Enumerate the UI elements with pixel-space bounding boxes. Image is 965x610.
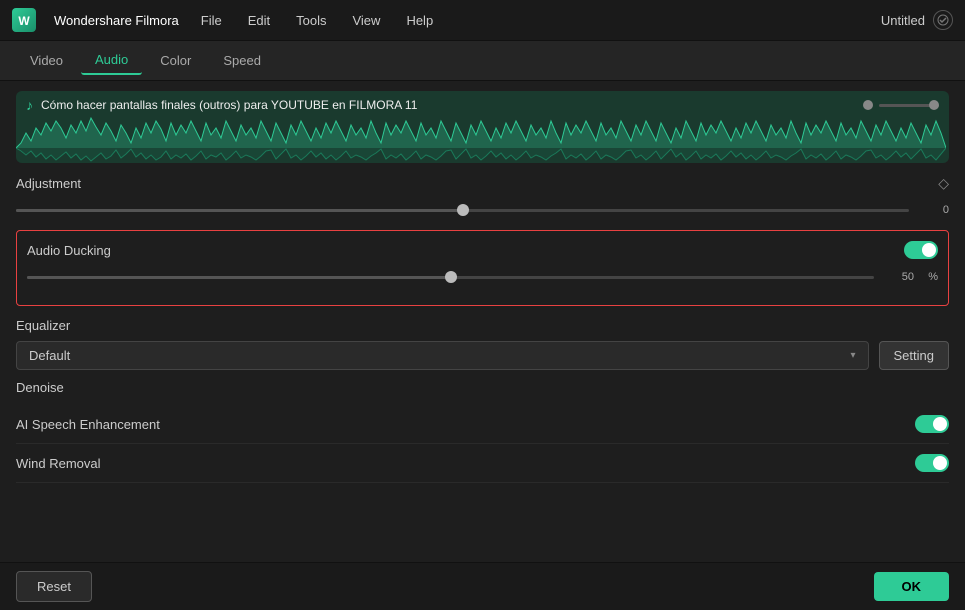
menu-file[interactable]: File <box>197 11 226 30</box>
audio-ducking-slider-container[interactable] <box>27 267 874 287</box>
chevron-down-icon: ▾ <box>850 350 855 361</box>
waveform-visualization: // Inline waveform generation via SVG re… <box>16 113 946 163</box>
svg-text:W: W <box>18 14 30 28</box>
audio-ducking-section: Audio Ducking 50 % <box>16 230 949 306</box>
denoise-header: Denoise <box>16 380 949 395</box>
volume-control[interactable] <box>863 100 939 110</box>
waveform-section: ♪ Cómo hacer pantallas finales (outros) … <box>16 91 949 163</box>
audio-ducking-unit: % <box>924 271 938 283</box>
ai-speech-toggle[interactable] <box>915 415 949 433</box>
tab-video[interactable]: Video <box>16 47 77 74</box>
wind-removal-toggle[interactable] <box>915 454 949 472</box>
adjustment-slider-fill <box>16 209 463 212</box>
adjustment-slider-thumb[interactable] <box>457 204 469 216</box>
adjustment-section: Adjustment ◇ 0 <box>16 175 949 220</box>
tabs-bar: Video Audio Color Speed <box>0 41 965 81</box>
denoise-title: Denoise <box>16 380 64 395</box>
menu-view[interactable]: View <box>348 11 384 30</box>
equalizer-header: Equalizer <box>16 318 949 333</box>
reset-button[interactable]: Reset <box>16 571 92 602</box>
equalizer-section: Equalizer Default ▾ Setting <box>16 318 949 370</box>
music-icon: ♪ <box>26 97 33 113</box>
title-bar: W Wondershare Filmora File Edit Tools Vi… <box>0 0 965 41</box>
adjustment-header: Adjustment ◇ <box>16 175 949 192</box>
adjustment-slider-track <box>16 209 909 212</box>
tab-color[interactable]: Color <box>146 47 205 74</box>
main-content: ♪ Cómo hacer pantallas finales (outros) … <box>0 81 965 610</box>
menu-tools[interactable]: Tools <box>292 11 330 30</box>
adjustment-slider-container[interactable] <box>16 200 909 220</box>
waveform-header: ♪ Cómo hacer pantallas finales (outros) … <box>16 91 949 119</box>
title-bar-right: Untitled <box>881 10 953 30</box>
equalizer-selected-option: Default <box>29 348 70 363</box>
audio-ducking-value: 50 <box>884 271 914 283</box>
audio-ducking-header: Audio Ducking <box>27 241 938 259</box>
ai-speech-label: AI Speech Enhancement <box>16 417 160 432</box>
menu-edit[interactable]: Edit <box>244 11 274 30</box>
audio-ducking-title: Audio Ducking <box>27 243 111 258</box>
audio-ducking-toggle[interactable] <box>904 241 938 259</box>
adjustment-title: Adjustment <box>16 176 81 191</box>
checkmark-icon <box>937 14 949 26</box>
volume-line <box>879 104 939 107</box>
app-logo-icon: W <box>12 8 36 32</box>
diamond-icon[interactable]: ◇ <box>938 175 949 192</box>
audio-ducking-slider-fill <box>27 276 451 279</box>
project-status-icon[interactable] <box>933 10 953 30</box>
app-name: Wondershare Filmora <box>54 13 179 28</box>
track-title: Cómo hacer pantallas finales (outros) pa… <box>41 98 417 112</box>
ok-button[interactable]: OK <box>874 572 950 601</box>
volume-dot <box>863 100 873 110</box>
tab-speed[interactable]: Speed <box>209 47 275 74</box>
equalizer-title: Equalizer <box>16 318 70 333</box>
adjustment-value: 0 <box>919 204 949 216</box>
wind-removal-row: Wind Removal <box>16 444 949 483</box>
audio-ducking-slider-thumb[interactable] <box>445 271 457 283</box>
project-title: Untitled <box>881 13 925 28</box>
adjustment-slider-row: 0 <box>16 200 949 220</box>
bottom-bar: Reset OK <box>0 562 965 610</box>
tab-audio[interactable]: Audio <box>81 46 142 75</box>
ai-speech-enhancement-row: AI Speech Enhancement <box>16 405 949 444</box>
equalizer-setting-button[interactable]: Setting <box>879 341 949 370</box>
menu-help[interactable]: Help <box>402 11 437 30</box>
denoise-section: Denoise <box>16 380 949 395</box>
equalizer-row: Default ▾ Setting <box>16 341 949 370</box>
equalizer-select[interactable]: Default ▾ <box>16 341 869 370</box>
audio-ducking-slider-row: 50 % <box>27 267 938 287</box>
title-bar-left: W Wondershare Filmora File Edit Tools Vi… <box>12 8 437 32</box>
wind-removal-label: Wind Removal <box>16 456 101 471</box>
audio-ducking-slider-track <box>27 276 874 279</box>
